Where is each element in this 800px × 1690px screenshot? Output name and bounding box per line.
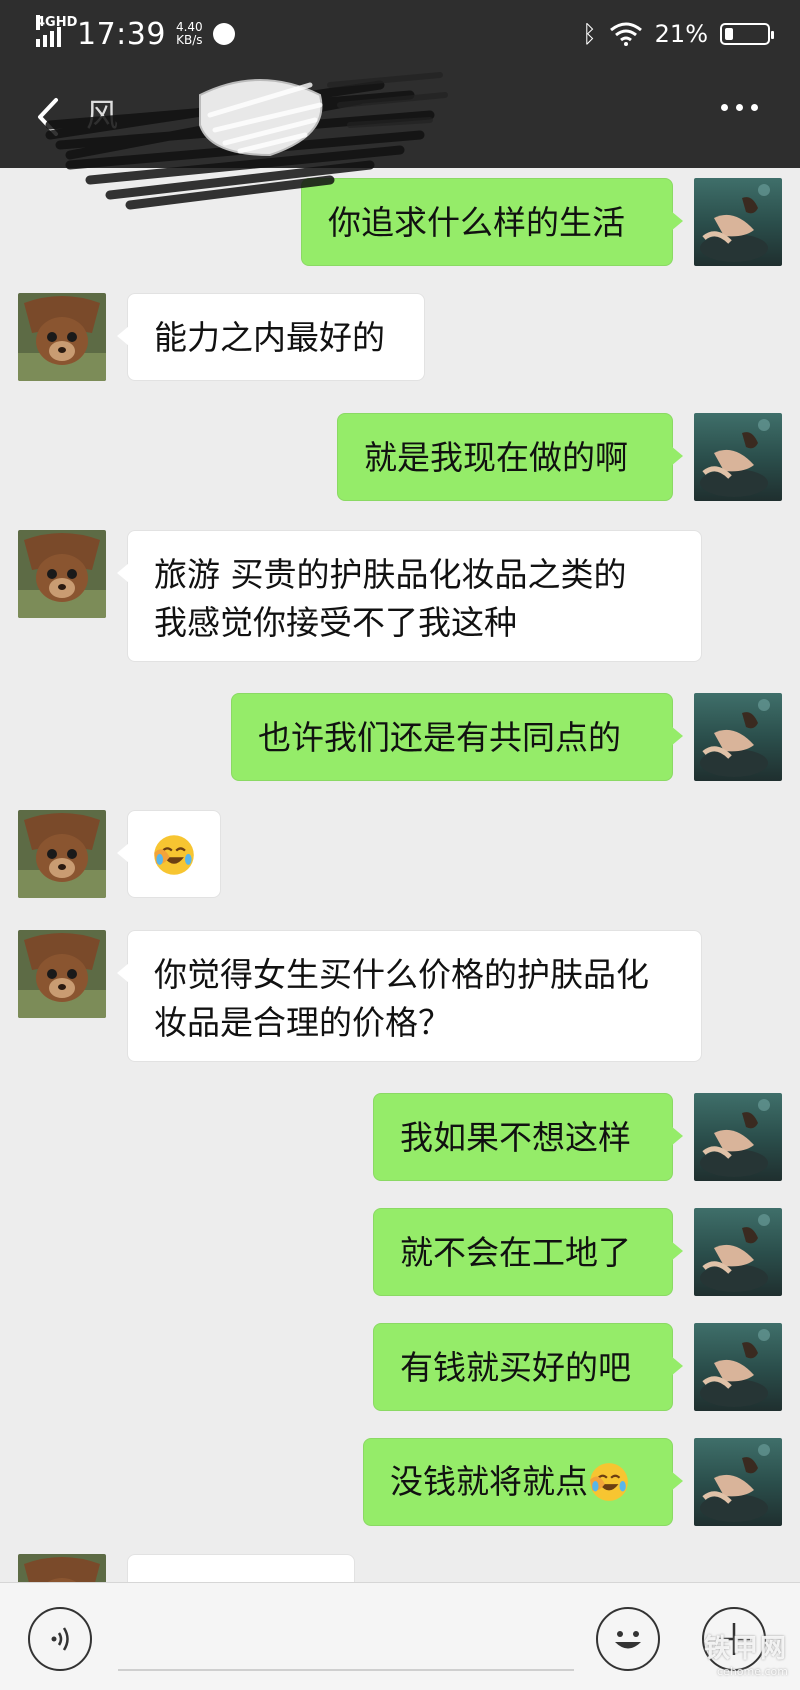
message-bubble[interactable]: 你追求什么样的生活 [301,178,683,266]
message-text-line: 妆品是合理的价格？ [154,1003,451,1042]
my-avatar[interactable] [694,1208,782,1296]
my-avatar[interactable] [694,413,782,501]
app-notification-icon [212,23,235,45]
watermark: 铁甲网 cehome.com [704,1628,788,1678]
message-bubble[interactable]: 旅游 买贵的护肤品化妆品之类的 我感觉你接受不了我这种 [117,530,702,662]
my-avatar[interactable] [694,178,782,266]
message-text-line: 我感觉你接受不了我这种 [154,603,517,642]
bluetooth-icon: ᛒ [582,20,597,48]
dot-icon [736,104,743,111]
battery-percent: 21% [654,20,708,48]
more-options-button[interactable] [721,104,758,111]
dot-icon [721,104,728,111]
smiley-icon [615,1631,641,1649]
wifi-icon [609,22,642,46]
chat-area[interactable]: 你追求什么样的生活 能力之内最好的 就是我现在做的啊 旅游 买贵的护肤品化妆品之… [0,168,800,1582]
signal-icon: 4GHD [36,15,77,47]
contact-avatar[interactable] [18,530,106,618]
battery-icon [720,23,774,45]
watermark-subtext: cehome.com [717,1665,788,1678]
my-avatar[interactable] [694,1438,782,1526]
message-bubble[interactable]: 也许我们还是有共同点的 [231,693,683,781]
message-bubble[interactable] [127,1554,355,1582]
message-bubble[interactable]: 就是我现在做的啊 [337,413,683,501]
message-bubble[interactable]: 就不会在工地了 [373,1208,683,1296]
face-palm-laughing-emoji-icon [152,833,196,877]
my-avatar[interactable] [694,1093,782,1181]
message-bubble[interactable]: 我如果不想这样 [373,1093,683,1181]
contact-avatar[interactable] [18,293,106,381]
message-text: 有钱就买好的吧 [400,1348,631,1387]
input-toolbar: 铁甲网 cehome.com [0,1582,800,1690]
watermark-text: 铁甲网 [703,1634,788,1664]
voice-button[interactable] [28,1607,92,1671]
title-bar: 4GHD 17:39 4.40 KB/s ᛒ 21% 风 [0,0,800,168]
back-button[interactable] [30,92,70,142]
message-bubble[interactable]: 没钱就将就点 [363,1438,683,1526]
status-bar-left: 4GHD 17:39 4.40 KB/s [36,14,235,54]
message-text-line: 你觉得女生买什么价格的护肤品化 [154,955,649,994]
message-bubble[interactable] [117,810,221,898]
network-type: 4GHD [36,15,78,30]
dot-icon [751,104,758,111]
message-bubble[interactable]: 能力之内最好的 [117,293,425,381]
contact-avatar[interactable] [18,810,106,898]
message-text: 就不会在工地了 [400,1233,631,1272]
battery-level [725,28,733,40]
face-palm-laughing-emoji-icon [588,1461,630,1503]
message-text: 我如果不想这样 [400,1118,631,1157]
message-text: 你追求什么样的生活 [328,203,625,242]
contact-avatar[interactable] [18,930,106,1018]
message-text-line: 旅游 买贵的护肤品化妆品之类的 [154,555,627,594]
message-bubble[interactable]: 有钱就买好的吧 [373,1323,683,1411]
message-input[interactable] [118,1669,574,1671]
status-bar-right: ᛒ 21% [582,14,774,54]
message-text: 就是我现在做的啊 [364,438,628,477]
contact-name: 风 [86,96,119,134]
my-avatar[interactable] [694,693,782,781]
my-avatar[interactable] [694,1323,782,1411]
clock: 17:39 [77,16,166,52]
voice-icon [51,1627,69,1651]
speed-unit: KB/s [176,33,203,47]
message-text: 能力之内最好的 [154,318,385,357]
network-speed: 4.40 KB/s [176,21,203,47]
message-text: 也许我们还是有共同点的 [258,718,621,757]
message-text: 没钱就将就点 [390,1462,588,1501]
message-bubble[interactable]: 你觉得女生买什么价格的护肤品化 妆品是合理的价格？ [117,930,702,1062]
emoji-button[interactable] [596,1607,660,1671]
contact-avatar[interactable] [18,1554,106,1582]
